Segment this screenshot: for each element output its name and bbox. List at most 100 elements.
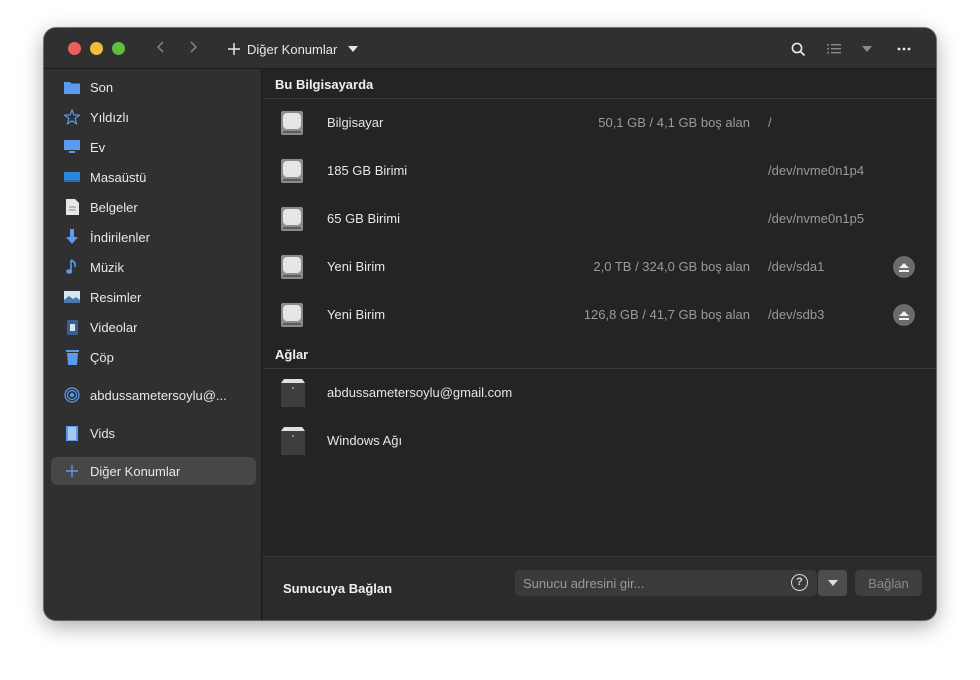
desktop-icon (64, 169, 80, 185)
back-icon (156, 41, 164, 53)
chevron-down-icon (348, 46, 359, 52)
sidebar-item-label: Masaüstü (90, 169, 147, 185)
home-icon (64, 139, 80, 155)
volume-row[interactable]: Bilgisayar 50,1 GB / 4,1 GB boş alan / (263, 99, 936, 147)
downloads-icon (64, 229, 80, 245)
sidebar-item-desktop[interactable]: Masaüstü (51, 163, 256, 191)
eject-button[interactable] (893, 256, 915, 278)
more-icon (897, 47, 911, 51)
eject-icon (899, 310, 909, 320)
eject-button[interactable] (893, 304, 915, 326)
connect-to-server-bar: Sunucuya Bağlan ? Bağlan (263, 556, 936, 620)
minimize-window-button[interactable] (90, 42, 103, 55)
volume-device-path: /dev/sda1 (768, 259, 825, 274)
folder-recent-icon (64, 79, 80, 95)
sidebar-item-downloads[interactable]: İndirilenler (51, 223, 256, 251)
section-title-this-computer: Bu Bilgisayarda (275, 77, 374, 92)
list-view-button[interactable] (822, 37, 846, 61)
volume-space: 50,1 GB / 4,1 GB boş alan (598, 115, 750, 130)
videos-icon (64, 319, 80, 335)
chevron-down-icon (827, 580, 838, 586)
sidebar-item-label: İndirilenler (90, 229, 150, 245)
trash-icon (64, 349, 80, 365)
sidebar-item-videos[interactable]: Videolar (51, 313, 256, 341)
more-menu-button[interactable] (892, 37, 916, 61)
sidebar-item-label: Vids (90, 425, 116, 441)
volume-name: 185 GB Birimi (327, 163, 408, 178)
forward-button[interactable] (182, 38, 204, 60)
sidebar-item-starred[interactable]: Yıldızlı (51, 103, 256, 131)
sidebar-item-label: Resimler (90, 289, 142, 305)
sidebar-item-vids[interactable]: Vids (51, 419, 256, 447)
drive-icon (281, 207, 303, 231)
connect-button[interactable]: Bağlan (855, 570, 922, 596)
search-icon (791, 42, 805, 56)
close-window-button[interactable] (68, 42, 81, 55)
plus-icon (64, 463, 80, 479)
volume-name: 65 GB Birimi (327, 211, 400, 226)
plus-icon (228, 43, 240, 55)
volume-device-path: /dev/sdb3 (768, 307, 825, 322)
list-view-icon (827, 44, 841, 54)
maximize-window-button[interactable] (112, 42, 125, 55)
drive-icon (281, 255, 303, 279)
volume-device-path: /dev/nvme0n1p4 (768, 163, 865, 178)
sidebar-item-label: Videolar (90, 319, 138, 335)
sidebar-item-label: Ev (90, 139, 106, 155)
network-server-icon (281, 427, 305, 455)
section-title-networks: Ağlar (275, 347, 309, 362)
pictures-icon (64, 289, 80, 305)
volume-name: Yeni Birim (327, 307, 386, 322)
sidebar-item-network-account[interactable]: abdussametersoylu@... (51, 381, 256, 409)
sidebar: Son Yıldızlı Ev Masaüstü Belgeler İndiri… (44, 69, 262, 620)
sidebar-item-label: abdussametersoylu@... (90, 387, 227, 403)
sidebar-item-label: Müzik (90, 259, 124, 275)
drive-icon (281, 111, 303, 135)
bookmark-folder-icon (64, 425, 80, 441)
connect-to-server-title: Sunucuya Bağlan (283, 581, 393, 596)
search-button[interactable] (786, 37, 810, 61)
volume-row[interactable]: Yeni Birim 126,8 GB / 41,7 GB boş alan /… (263, 291, 936, 339)
star-icon (64, 109, 80, 125)
sidebar-item-recent[interactable]: Son (51, 73, 256, 101)
network-server-icon (281, 379, 305, 407)
network-row[interactable]: abdussametersoylu@gmail.com (263, 369, 936, 417)
sidebar-item-label: Diğer Konumlar (90, 463, 181, 479)
volume-device-path: / (768, 115, 772, 130)
network-account-icon (64, 387, 80, 403)
network-row[interactable]: Windows Ağı (263, 417, 936, 465)
volume-device-path: /dev/nvme0n1p5 (768, 211, 865, 226)
sidebar-item-music[interactable]: Müzik (51, 253, 256, 281)
music-icon (64, 259, 80, 275)
network-name: Windows Ağı (327, 433, 403, 448)
documents-icon (64, 199, 80, 215)
sidebar-item-pictures[interactable]: Resimler (51, 283, 256, 311)
view-options-button[interactable] (855, 37, 879, 61)
sidebar-item-label: Yıldızlı (90, 109, 130, 125)
sidebar-item-documents[interactable]: Belgeler (51, 193, 256, 221)
eject-icon (899, 262, 909, 272)
titlebar: Diğer Konumlar (44, 28, 936, 69)
volume-row[interactable]: Yeni Birim 2,0 TB / 324,0 GB boş alan /d… (263, 243, 936, 291)
volume-space: 126,8 GB / 41,7 GB boş alan (583, 307, 750, 322)
volume-row[interactable]: 185 GB Birimi /dev/nvme0n1p4 (263, 147, 936, 195)
drive-icon (281, 159, 303, 183)
sidebar-item-home[interactable]: Ev (51, 133, 256, 161)
volume-row[interactable]: 65 GB Birimi /dev/nvme0n1p5 (263, 195, 936, 243)
back-button[interactable] (150, 38, 172, 60)
location-label: Diğer Konumlar (247, 41, 338, 57)
forward-icon (190, 41, 198, 53)
main-content: Bu Bilgisayarda Bilgisayar 50,1 GB / 4,1… (263, 69, 936, 620)
volume-space: 2,0 TB / 324,0 GB boş alan (593, 259, 750, 274)
sidebar-item-trash[interactable]: Çöp (51, 343, 256, 371)
server-address-input[interactable] (515, 570, 817, 596)
network-name: abdussametersoylu@gmail.com (327, 385, 513, 400)
recent-servers-button[interactable] (818, 570, 847, 596)
file-manager-window: Diğer Konumlar Son Yıldızlı Ev Masaüstü … (44, 28, 936, 620)
help-icon[interactable]: ? (791, 574, 808, 591)
sidebar-item-label: Belgeler (90, 199, 138, 215)
sidebar-item-label: Son (90, 79, 114, 95)
location-menu-button[interactable]: Diğer Konumlar (228, 36, 359, 62)
sidebar-item-label: Çöp (90, 349, 114, 365)
sidebar-item-other-locations[interactable]: Diğer Konumlar (51, 457, 256, 485)
